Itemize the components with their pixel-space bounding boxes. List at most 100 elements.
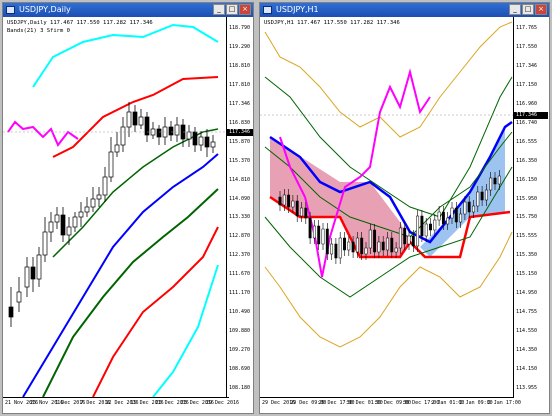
candlestick <box>60 207 66 242</box>
price-label: 115.750 <box>516 214 538 221</box>
candlestick <box>204 129 210 157</box>
candlestick <box>114 132 120 157</box>
close-button[interactable]: × <box>239 4 251 15</box>
price-label: 108.180 <box>229 385 251 391</box>
price-label: 115.150 <box>516 271 538 278</box>
close-button[interactable]: × <box>535 4 547 15</box>
daily-price-scale[interactable]: 118.790 119.290 118.810 117.810 117.346 116.8… <box>226 17 253 397</box>
price-label: 116.830 <box>229 119 251 126</box>
candlestick <box>334 238 338 264</box>
price-label: 116.740 <box>516 119 538 126</box>
candlestick <box>132 105 138 132</box>
price-label: 114.550 <box>516 328 538 335</box>
h1-time-scale[interactable]: 29 Dec 2016 29 Dec 09:00 29 Dec 17:00 30 De… <box>260 397 521 413</box>
candlestick <box>416 210 420 252</box>
price-label: 118.790 <box>229 25 251 31</box>
candlestick <box>150 122 156 139</box>
candlestick <box>84 197 90 217</box>
candlestick <box>138 109 144 129</box>
candlestick <box>156 125 162 145</box>
candlestick <box>317 220 321 250</box>
price-label: 115.555 <box>516 233 538 240</box>
candlestick <box>66 217 72 245</box>
price-label: 108.690 <box>229 366 251 373</box>
price-label: 119.290 <box>229 43 251 50</box>
price-label: 111.670 <box>229 271 251 278</box>
candlestick <box>48 212 54 242</box>
candlestick <box>102 167 108 202</box>
price-label: 117.150 <box>516 81 538 88</box>
time-label: 2 Jan 17:00 <box>487 400 521 406</box>
candlestick <box>343 232 346 256</box>
candlestick <box>36 247 42 287</box>
price-label: 111.170 <box>229 290 251 297</box>
h1-price-scale[interactable]: 117.765 117.550 117.346 117.150 116.960 116.7… <box>513 17 549 397</box>
price-label: 109.270 <box>229 347 251 354</box>
window-titlebar[interactable]: USDJPY,Daily _ □ × <box>3 3 253 17</box>
price-label: 117.765 <box>516 25 538 31</box>
candlestick <box>144 112 150 142</box>
price-label: 116.960 <box>516 100 538 107</box>
price-label: 116.350 <box>516 157 538 164</box>
candlestick <box>168 121 174 141</box>
chart-window-icon <box>6 6 15 14</box>
candlestick <box>16 277 22 312</box>
daily-time-scale[interactable]: 21 Nov 2016 25 Nov 2016 1 Dec 2016 7 Dec 20… <box>3 397 239 413</box>
candlestick <box>72 212 78 232</box>
h1-chart-info: USDJPY,H1 117.467 117.550 117.282 117.34… <box>264 20 400 26</box>
price-label: 114.090 <box>229 195 251 202</box>
candlestick <box>108 137 114 182</box>
candlestick <box>429 218 432 236</box>
price-label: 115.950 <box>516 195 538 202</box>
price-label: 110.490 <box>229 309 251 316</box>
price-label: 114.810 <box>229 176 251 183</box>
candlestick <box>96 187 102 207</box>
daily-chart-info: USDJPY,Daily 117.467 117.550 117.282 117… <box>7 20 153 26</box>
price-label: 116.555 <box>516 138 538 145</box>
candlestick <box>338 232 342 264</box>
candlestick <box>330 238 334 260</box>
minimize-button[interactable]: _ <box>213 4 225 15</box>
price-label: 113.955 <box>516 385 538 391</box>
candlestick <box>24 257 30 297</box>
price-label: 113.330 <box>229 214 251 221</box>
candlestick <box>186 125 192 147</box>
current-price-tag: 117.346 <box>227 129 253 136</box>
candlestick <box>42 217 48 262</box>
candlestick <box>162 117 168 145</box>
candlestick <box>210 135 216 153</box>
chart-window-icon <box>263 6 272 14</box>
price-label: 112.870 <box>229 233 251 240</box>
price-label: 117.550 <box>516 43 538 50</box>
candlestick <box>321 223 325 250</box>
price-label: 118.810 <box>229 62 251 69</box>
window-title: USDJPY,Daily <box>19 5 71 14</box>
price-label: 114.755 <box>516 309 538 316</box>
candlestick <box>174 117 180 142</box>
price-label: 114.150 <box>516 366 538 373</box>
candlestick <box>192 127 198 152</box>
candlestick <box>54 207 60 229</box>
window-titlebar[interactable]: USDJPY,H1 _ □ × <box>260 3 549 17</box>
price-label: 116.150 <box>516 176 538 183</box>
maximize-button[interactable]: □ <box>522 4 534 15</box>
chart-window-h1[interactable]: USDJPY,H1 _ □ × USDJPY,H1 117.467 117.55… <box>259 2 550 414</box>
chart-window-daily[interactable]: USDJPY,Daily _ □ × USDJPY,Daily 117.467 … <box>2 2 254 414</box>
candlestick <box>90 187 96 212</box>
price-label: 117.346 <box>516 62 538 69</box>
daily-chart-plot[interactable] <box>3 17 229 397</box>
price-label: 114.950 <box>516 290 538 297</box>
time-label: 29 Dec 2016 <box>205 400 239 406</box>
candlestick <box>8 287 14 327</box>
window-title: USDJPY,H1 <box>276 5 319 14</box>
chikou-span-line <box>7 120 79 147</box>
h1-chart-plot[interactable] <box>260 17 514 397</box>
maximize-button[interactable]: □ <box>226 4 238 15</box>
price-label: 115.350 <box>516 252 538 259</box>
price-label: 112.370 <box>229 252 251 259</box>
daily-indicator-info: Bands(21) 3 Sfirm 0 <box>7 28 70 34</box>
minimize-button[interactable]: _ <box>509 4 521 15</box>
envelope-upper-line <box>264 21 513 138</box>
price-label: 109.880 <box>229 328 251 335</box>
price-label: 117.810 <box>229 81 251 88</box>
